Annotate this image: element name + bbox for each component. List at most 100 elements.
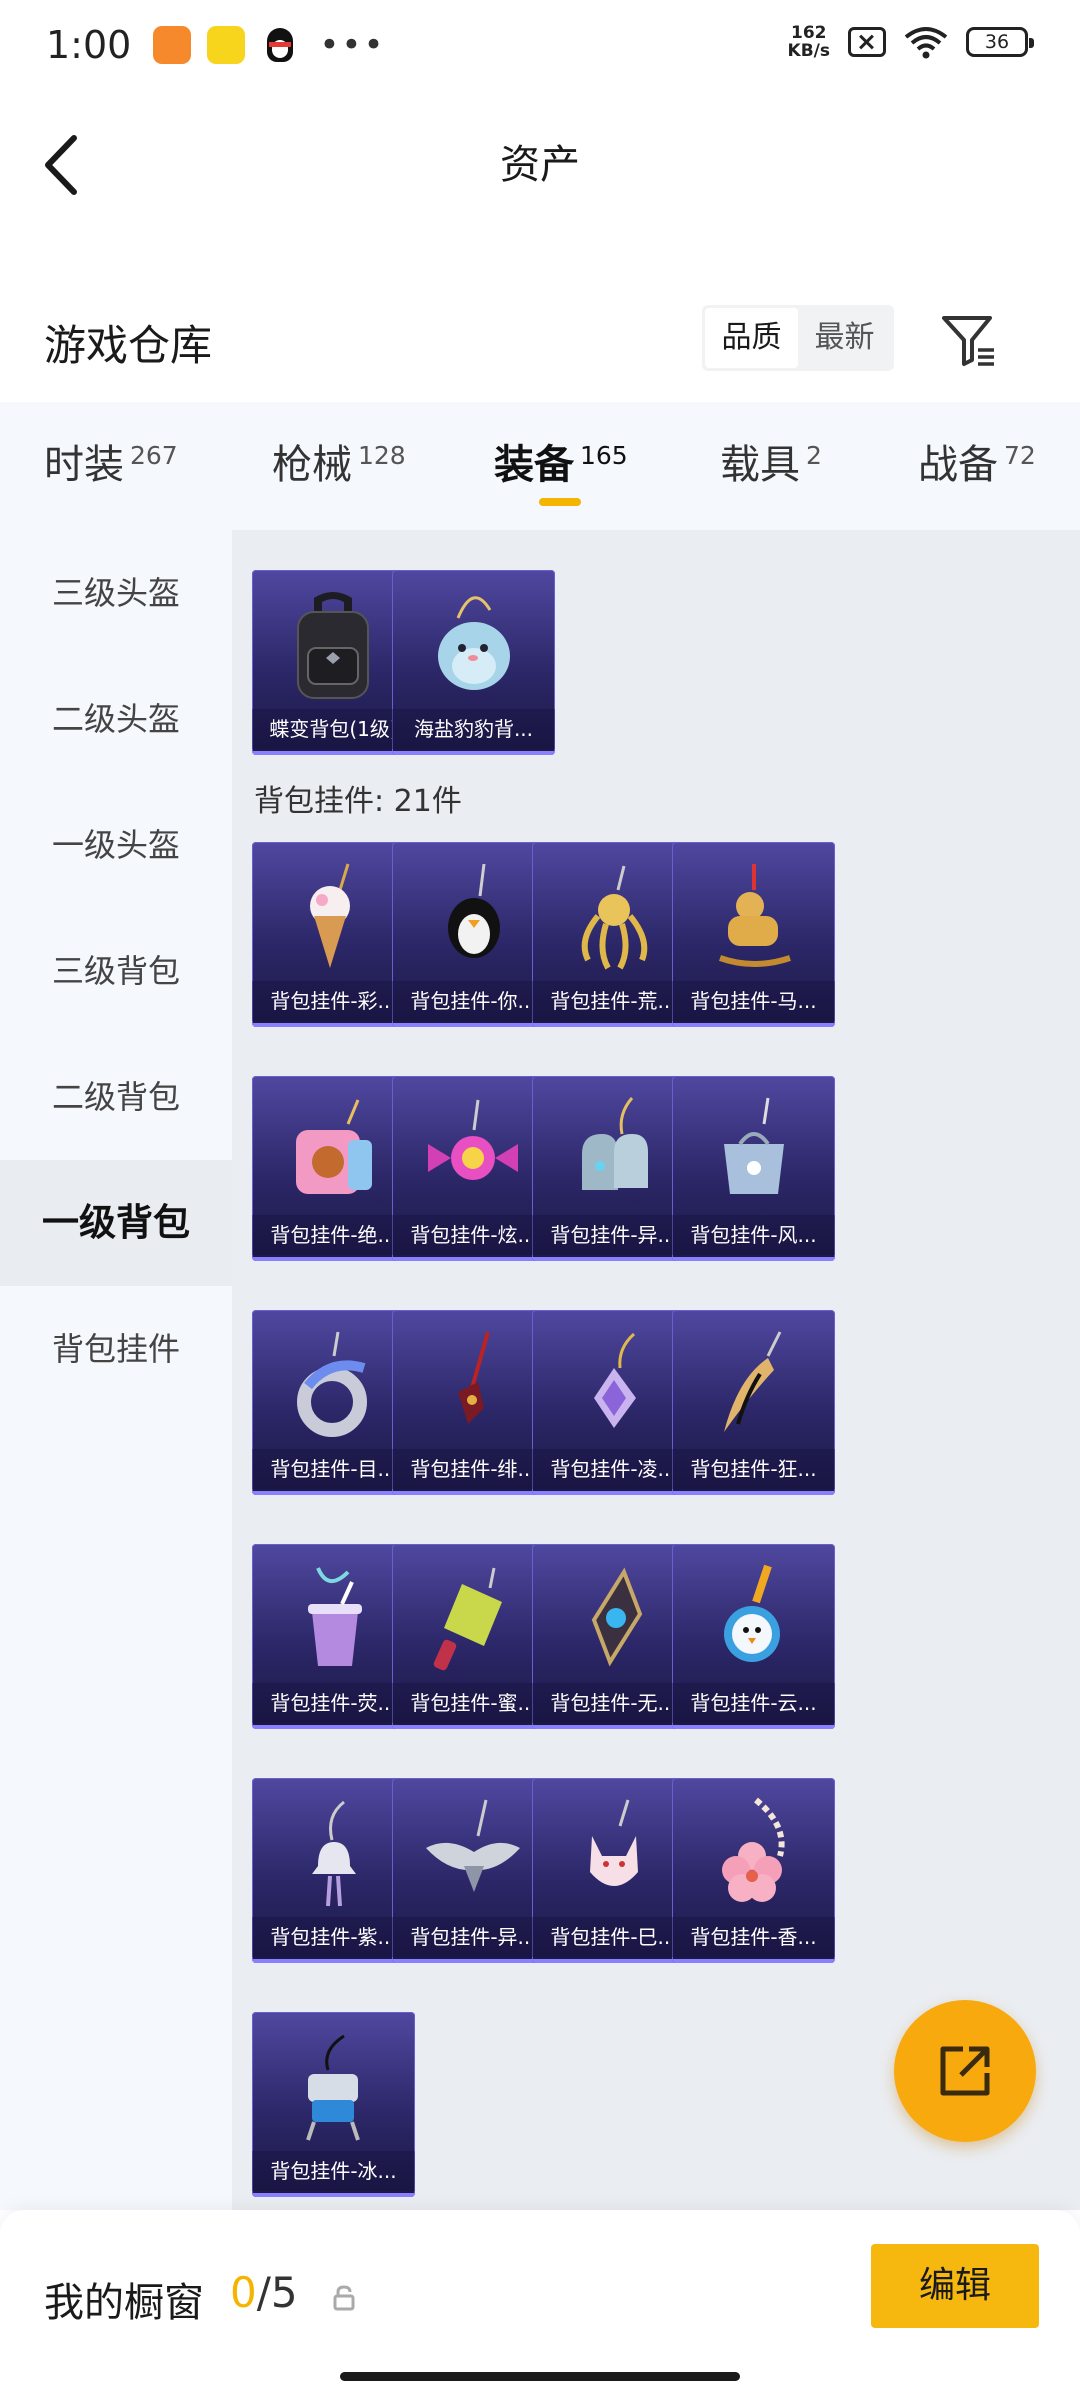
sidebar-item-level2-helmet[interactable]: 二级头盔 [0, 656, 232, 782]
home-indicator[interactable] [340, 2372, 740, 2381]
item-name: 背包挂件-异... [392, 1917, 555, 1957]
item-name: 背包挂件-荒... [532, 981, 695, 1021]
item-card[interactable]: 背包挂件-冰... [252, 2012, 415, 2197]
sort-by-quality[interactable]: 品质 [705, 308, 798, 368]
bag-charm-icon [724, 1097, 784, 1194]
item-card[interactable]: 背包挂件-香... [672, 1778, 835, 1963]
item-card[interactable]: 背包挂件-异... [392, 1778, 555, 1963]
item-card[interactable]: 蝶变背包(1级) [252, 570, 415, 755]
item-card[interactable]: 背包挂件-风... [672, 1076, 835, 1261]
bell-flower-charm-icon [312, 1800, 356, 1907]
tab-label: 枪械 [272, 442, 352, 488]
item-name: 背包挂件-你... [392, 981, 555, 1021]
item-name: 背包挂件-炫... [392, 1215, 555, 1255]
gem-charm-icon [591, 1567, 643, 1667]
tab-count: 2 [806, 441, 822, 470]
filter-icon[interactable] [940, 312, 998, 368]
sort-by-newest[interactable]: 最新 [798, 308, 891, 368]
sidebar-item-backpack-charm[interactable]: 背包挂件 [0, 1286, 232, 1412]
ice-cream-charm-icon [310, 863, 350, 968]
item-card[interactable]: 背包挂件-蜜... [392, 1544, 555, 1729]
subcategory-sidebar: 三级头盔 二级头盔 一级头盔 三级背包 二级背包 一级背包 背包挂件 [0, 530, 232, 2210]
item-name: 背包挂件-狂... [672, 1449, 835, 1489]
item-name: 背包挂件-风... [672, 1215, 835, 1255]
tab-label: 战备 [918, 442, 998, 488]
no-sim-icon [848, 27, 886, 57]
item-name: 背包挂件-马... [672, 981, 835, 1021]
sidebar-item-level1-helmet[interactable]: 一级头盔 [0, 782, 232, 908]
item-card[interactable]: 背包挂件-狂... [672, 1310, 835, 1495]
tab-vehicles[interactable]: 载具 2 [720, 432, 822, 490]
tab-combat-gear[interactable]: 战备 72 [918, 432, 1036, 490]
item-card[interactable]: 海盐豹豹背... [392, 570, 555, 755]
sidebar-item-level3-backpack[interactable]: 三级背包 [0, 908, 232, 1034]
warehouse-header: 游戏仓库 品质 最新 [0, 290, 1080, 400]
blossom-charm-icon [722, 1797, 785, 1902]
fox-charm-icon [590, 1799, 638, 1886]
crystal-charm-icon [594, 1332, 636, 1428]
game-app-icon [207, 26, 246, 64]
claw-charm-icon [724, 1331, 782, 1432]
camera-charm-icon [296, 1099, 372, 1194]
sidebar-item-level3-helmet[interactable]: 三级头盔 [0, 530, 232, 656]
wings-charm-icon [426, 1799, 520, 1892]
showcase-current: 0 [230, 2268, 257, 2317]
charm-section-label: 背包挂件: 21件 [254, 784, 462, 819]
item-name: 背包挂件-绝... [252, 1215, 415, 1255]
mirror-charm-icon [724, 1564, 780, 1662]
item-name: 背包挂件-紫... [252, 1917, 415, 1957]
tab-count: 267 [130, 441, 178, 470]
item-name: 蝶变背包(1级) [252, 709, 415, 749]
share-icon [940, 2046, 990, 2096]
drink-charm-icon [308, 1567, 362, 1666]
tab-fashion[interactable]: 时装 267 [44, 432, 178, 490]
item-card[interactable]: 背包挂件-巳... [532, 1778, 695, 1963]
item-name: 背包挂件-香... [672, 1917, 835, 1957]
share-fab[interactable] [894, 2000, 1036, 2142]
candy-charm-icon [428, 1099, 518, 1180]
network-speed-value: 162 [791, 23, 827, 43]
item-card[interactable]: 背包挂件-马... [672, 842, 835, 1027]
item-name: 背包挂件-目... [252, 1449, 415, 1489]
showcase-label: 我的橱窗 [44, 2280, 204, 2326]
item-card[interactable]: 背包挂件-荧... [252, 1544, 415, 1729]
item-card[interactable]: 背包挂件-你... [392, 842, 555, 1027]
item-grid: 蝶变背包(1级) 海盐豹豹背... 背包挂件: 21件 背包挂件-彩... 背包… [232, 530, 1080, 2210]
network-speed: 162 KB/s [788, 24, 830, 60]
tab-equipment[interactable]: 装备 165 [494, 432, 628, 490]
item-name: 背包挂件-彩... [252, 981, 415, 1021]
tab-label: 装备 [494, 442, 574, 488]
item-card[interactable]: 背包挂件-紫... [252, 1778, 415, 1963]
network-speed-unit: KB/s [787, 41, 830, 61]
item-card[interactable]: 背包挂件-异... [532, 1076, 695, 1261]
rocking-horse-charm-icon [719, 864, 791, 967]
sidebar-item-level1-backpack[interactable]: 一级背包 [0, 1160, 232, 1286]
backpack-icon [297, 592, 369, 699]
item-card[interactable]: 背包挂件-炫... [392, 1076, 555, 1261]
wifi-icon [904, 27, 948, 59]
item-card[interactable]: 背包挂件-荒... [532, 842, 695, 1027]
showcase-total: /5 [256, 2268, 298, 2317]
item-name: 背包挂件-云... [672, 1683, 835, 1723]
qq-icon [261, 26, 299, 64]
item-card[interactable]: 背包挂件-目... [252, 1310, 415, 1495]
item-card[interactable]: 背包挂件-凌... [532, 1310, 695, 1495]
item-card[interactable]: 背包挂件-绯... [392, 1310, 555, 1495]
item-name: 背包挂件-异... [532, 1215, 695, 1255]
sidebar-item-level2-backpack[interactable]: 二级背包 [0, 1034, 232, 1160]
tab-label: 载具 [720, 442, 800, 488]
item-card[interactable]: 背包挂件-云... [672, 1544, 835, 1729]
edit-button[interactable]: 编辑 [871, 2244, 1039, 2328]
tab-count: 72 [1004, 441, 1036, 470]
tab-firearms[interactable]: 枪械 128 [272, 432, 406, 490]
item-name: 背包挂件-冰... [252, 2151, 415, 2191]
item-card[interactable]: 背包挂件-无... [532, 1544, 695, 1729]
item-card[interactable]: 背包挂件-绝... [252, 1076, 415, 1261]
ring-charm-icon [297, 1331, 367, 1437]
category-tabs: 时装 267 枪械 128 装备 165 载具 2 战备 72 [0, 402, 1080, 530]
item-name: 背包挂件-绯... [392, 1449, 555, 1489]
item-card[interactable]: 背包挂件-彩... [252, 842, 415, 1027]
robot-charm-icon [306, 2034, 360, 2141]
item-name: 背包挂件-巳... [532, 1917, 695, 1957]
item-name: 背包挂件-蜜... [392, 1683, 555, 1723]
